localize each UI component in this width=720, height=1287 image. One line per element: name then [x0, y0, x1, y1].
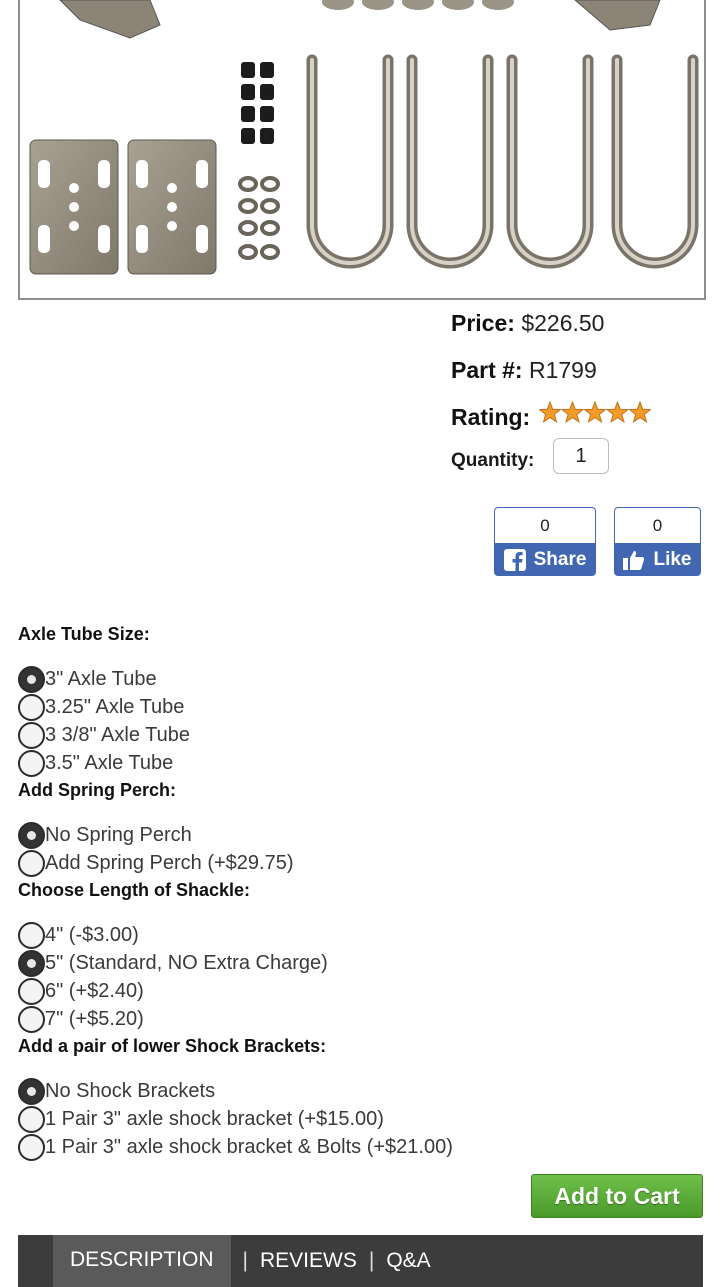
option-label: 4" (-$3.00) [45, 923, 139, 946]
option-label: 7" (+$5.20) [45, 1007, 144, 1030]
option-shock-bracket-bolts[interactable]: 1 Pair 3" axle shock bracket & Bolts (+$… [18, 1133, 708, 1161]
option-group-axle: Axle Tube Size: 3" Axle Tube 3.25" Axle … [18, 621, 708, 777]
option-group-title: Add Spring Perch: [18, 780, 177, 800]
price-row: Price: $226.50 [451, 308, 711, 355]
option-label: 3.5" Axle Tube [45, 751, 174, 774]
rating-label: Rating: [451, 404, 531, 430]
option-group-title: Axle Tube Size: [18, 624, 150, 644]
axle-kit-illustration [29, 0, 699, 275]
option-label: 5" (Standard, NO Extra Charge) [45, 951, 328, 974]
option-group-shackle: Choose Length of Shackle: 4" (-$3.00) 5"… [18, 877, 708, 1033]
option-group-title: Add a pair of lower Shock Brackets: [18, 1036, 327, 1056]
option-label: 6" (+$2.40) [45, 979, 144, 1002]
option-shock-bracket[interactable]: 1 Pair 3" axle shock bracket (+$15.00) [18, 1105, 708, 1133]
radio-button[interactable] [18, 665, 45, 693]
option-shackle-6[interactable]: 6" (+$2.40) [18, 977, 708, 1005]
option-shackle-7[interactable]: 7" (+$5.20) [18, 1005, 708, 1033]
option-label: No Spring Perch [45, 823, 192, 846]
tab-reviews[interactable]: REVIEWS [260, 1249, 357, 1273]
share-label: Share [533, 548, 587, 570]
option-group-shock-brackets: Add a pair of lower Shock Brackets: No S… [18, 1033, 708, 1161]
option-no-spring-perch[interactable]: No Spring Perch [18, 821, 708, 849]
option-label: Add Spring Perch (+$29.75) [45, 851, 294, 874]
option-label: 3 3/8" Axle Tube [45, 723, 190, 746]
share-count: 0 [494, 507, 596, 543]
like-count: 0 [614, 507, 701, 543]
option-label: 1 Pair 3" axle shock bracket & Bolts (+$… [45, 1135, 453, 1158]
price-value: $226.50 [521, 310, 605, 336]
product-image [18, 0, 706, 300]
tab-separator: | [368, 1249, 375, 1272]
radio-button[interactable] [18, 693, 45, 721]
star-icon [582, 400, 607, 424]
thumbs-up-icon [623, 550, 645, 570]
like-button[interactable]: Like [614, 543, 701, 576]
tab-separator: | [242, 1249, 248, 1272]
facebook-share-widget[interactable]: 0 Share [494, 507, 596, 576]
option-no-shock-brackets[interactable]: No Shock Brackets [18, 1077, 708, 1105]
part-number: R1799 [528, 357, 597, 383]
product-tabs: DESCRIPTION | REVIEWS | Q&A [18, 1235, 703, 1287]
option-group-title: Choose Length of Shackle: [18, 880, 251, 900]
radio-button[interactable] [18, 1005, 45, 1033]
quantity-input[interactable] [553, 438, 609, 474]
star-icon [605, 400, 629, 424]
option-axle-3-3-8[interactable]: 3 3/8" Axle Tube [18, 721, 708, 749]
radio-button[interactable] [18, 849, 45, 877]
radio-button[interactable] [18, 1077, 45, 1105]
radio-button[interactable] [18, 749, 45, 777]
option-label: 3" Axle Tube [45, 667, 157, 690]
option-group-spring-perch: Add Spring Perch: No Spring Perch Add Sp… [18, 777, 708, 877]
option-label: 3.25" Axle Tube [45, 695, 185, 718]
rating-stars [537, 400, 652, 432]
radio-button[interactable] [18, 949, 45, 977]
option-shackle-4[interactable]: 4" (-$3.00) [18, 921, 708, 949]
quantity-label: Quantity: [451, 450, 535, 471]
add-to-cart-button[interactable]: Add to Cart [531, 1174, 703, 1218]
product-options: Axle Tube Size: 3" Axle Tube 3.25" Axle … [18, 621, 708, 1161]
radio-button[interactable] [18, 1105, 45, 1133]
part-label: Part #: [451, 357, 523, 383]
star-icon [537, 400, 562, 424]
tab-description[interactable]: DESCRIPTION [53, 1235, 231, 1287]
share-button[interactable]: Share [494, 543, 596, 576]
product-info: Price: $226.50 Part #: R1799 Rating: Qua… [451, 308, 711, 474]
facebook-icon [503, 548, 526, 571]
option-shackle-5[interactable]: 5" (Standard, NO Extra Charge) [18, 949, 708, 977]
star-icon [560, 400, 584, 424]
part-row: Part #: R1799 [451, 355, 711, 402]
radio-button[interactable] [18, 1133, 45, 1161]
price-label: Price: [451, 310, 515, 336]
star-icon [627, 400, 652, 424]
option-add-spring-perch[interactable]: Add Spring Perch (+$29.75) [18, 849, 708, 877]
radio-button[interactable] [18, 921, 45, 949]
option-label: 1 Pair 3" axle shock bracket (+$15.00) [45, 1107, 384, 1130]
option-axle-3-25[interactable]: 3.25" Axle Tube [18, 693, 708, 721]
option-axle-3-5[interactable]: 3.5" Axle Tube [18, 749, 708, 777]
facebook-like-widget[interactable]: 0 Like [614, 507, 701, 576]
like-label: Like [653, 548, 692, 570]
option-axle-3[interactable]: 3" Axle Tube [18, 665, 708, 693]
radio-button[interactable] [18, 721, 45, 749]
tab-qa[interactable]: Q&A [386, 1249, 430, 1273]
quantity-row: Quantity: [451, 438, 609, 474]
option-label: No Shock Brackets [45, 1079, 216, 1102]
radio-button[interactable] [18, 977, 45, 1005]
radio-button[interactable] [18, 821, 45, 849]
